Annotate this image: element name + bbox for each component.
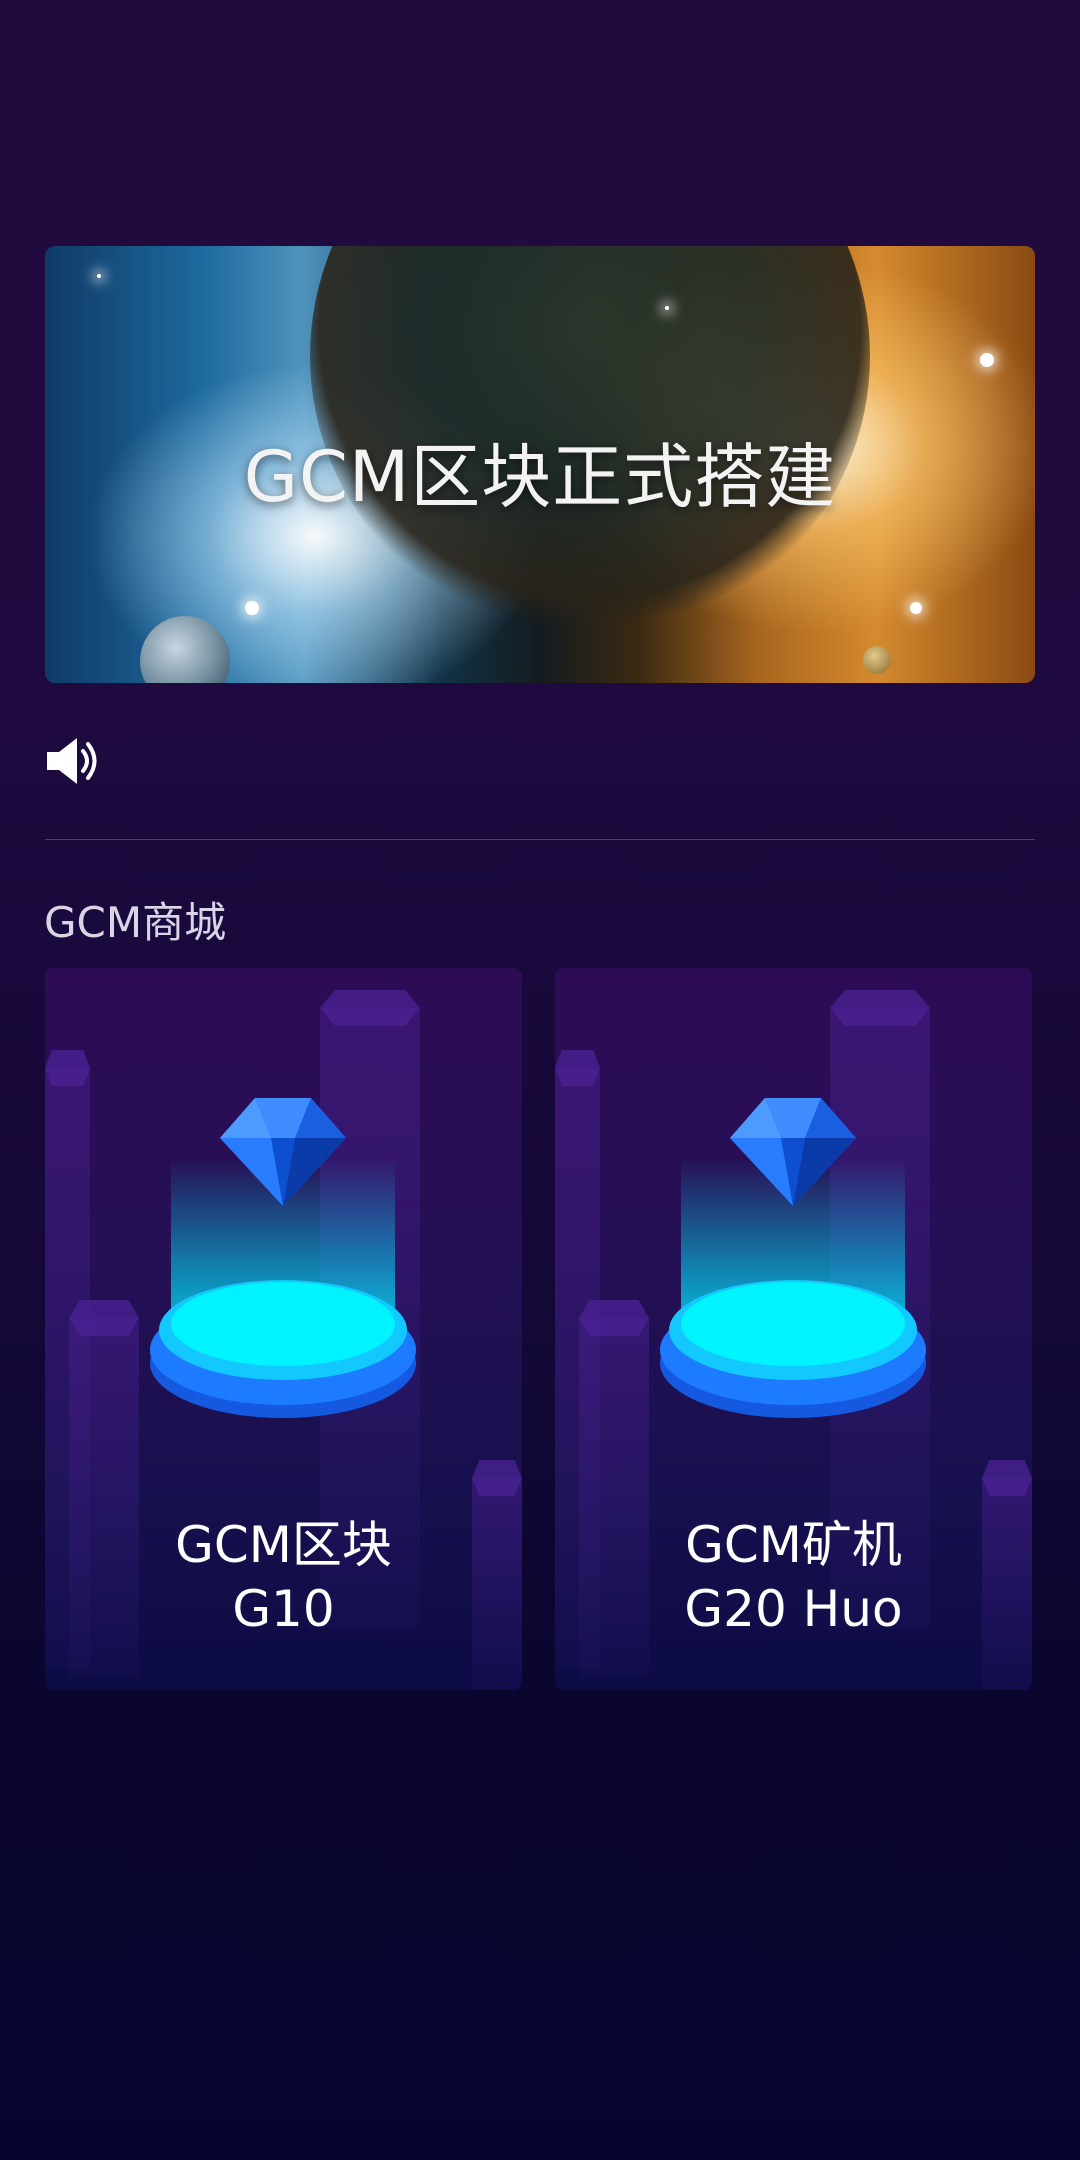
product-model: G20 Huo [684, 1580, 903, 1638]
product-card-label: GCM矿机 G20 Huo [555, 1513, 1032, 1641]
banner-moon [140, 616, 230, 683]
banner-small-planet [863, 646, 891, 674]
section-divider [45, 839, 1035, 840]
diamond-icon [660, 1098, 926, 1418]
banner-carousel[interactable]: GCM区块正式搭建 [45, 246, 1035, 683]
product-card-g20-huo[interactable]: GCM矿机 G20 Huo [555, 968, 1032, 1690]
product-card-label: GCM区块 G10 [45, 1513, 522, 1641]
product-card-g10[interactable]: GCM区块 G10 [45, 968, 522, 1690]
banner-star [245, 601, 259, 615]
banner-star [97, 274, 101, 278]
section-title: GCM商城 [44, 898, 227, 947]
banner-star [910, 602, 922, 614]
product-model: G10 [232, 1580, 335, 1638]
banner-star [665, 306, 669, 310]
speaker-icon [47, 738, 97, 784]
banner-star [980, 353, 994, 367]
banner-title: GCM区块正式搭建 [243, 436, 837, 518]
product-name: GCM区块 [175, 1516, 392, 1574]
product-name: GCM矿机 [685, 1516, 902, 1574]
diamond-icon [150, 1098, 416, 1418]
